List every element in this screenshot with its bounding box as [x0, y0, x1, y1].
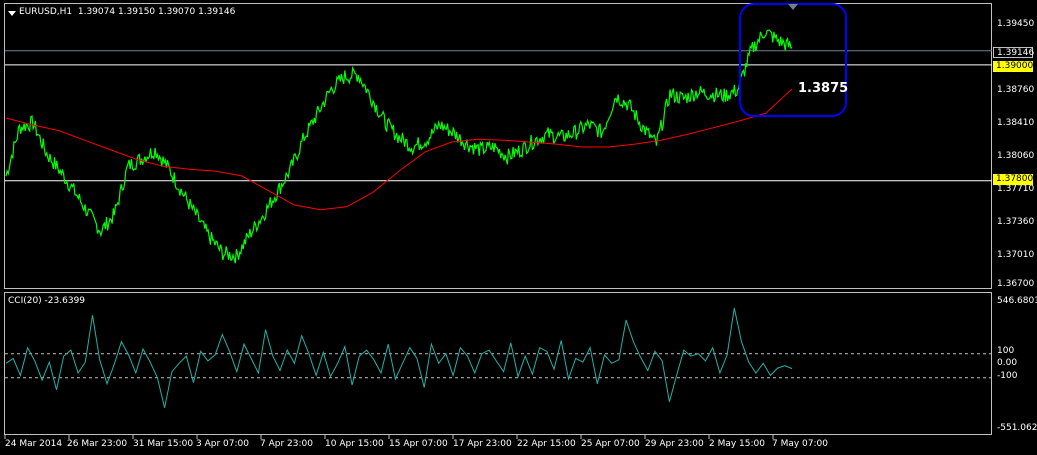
time-label: 7 Apr 23:00	[260, 439, 313, 449]
chart-header: EURUSD,H1 1.39074 1.39150 1.39070 1.3914…	[19, 7, 235, 17]
time-label: 25 Apr 07:00	[581, 439, 640, 449]
time-label: 15 Apr 07:00	[389, 439, 448, 449]
dropdown-triangle-icon[interactable]	[8, 11, 16, 16]
current-price-tag: 1.39146	[993, 47, 1034, 58]
time-label: 24 Mar 2014	[5, 439, 63, 449]
price-tick: 1.38060	[997, 151, 1035, 161]
time-label: 22 Apr 15:00	[517, 439, 576, 449]
moving-average-line	[5, 88, 793, 211]
cci-line	[5, 307, 793, 408]
time-label: 10 Apr 15:00	[325, 439, 384, 449]
time-label: 17 Apr 23:00	[453, 439, 512, 449]
time-label: 2 May 15:00	[709, 439, 765, 449]
hline-price-tag: 1.37800	[993, 174, 1033, 185]
price-tick: 1.37360	[997, 217, 1035, 227]
cci-header: CCI(20) -23.6399	[8, 296, 86, 306]
hline-price-tag: 1.39000	[993, 61, 1033, 72]
time-label: 3 Apr 07:00	[196, 439, 249, 449]
price-tick: 1.37010	[997, 250, 1035, 260]
price-annotation: 1.3875	[798, 81, 849, 96]
time-label: 26 Mar 23:00	[67, 439, 128, 449]
cci-tick: 100	[997, 346, 1015, 356]
cci-tick: 0.00	[997, 358, 1018, 368]
ohlc-values: 1.39074 1.39150 1.39070 1.39146	[77, 7, 236, 17]
cci-tick: 546.6801	[997, 296, 1037, 306]
price-tick: 1.37710	[997, 184, 1035, 194]
chart-plot	[4, 3, 992, 439]
price-tick: 1.38410	[997, 118, 1035, 128]
price-tick: 1.36700	[997, 279, 1035, 289]
time-label: 29 Apr 23:00	[645, 439, 704, 449]
highlight-box	[739, 3, 847, 117]
cci-tick: -100	[997, 371, 1018, 381]
price-tick: 1.38760	[997, 85, 1035, 95]
time-label: 31 Mar 15:00	[133, 439, 194, 449]
symbol-label: EURUSD,H1	[19, 7, 73, 17]
time-label: 7 May 07:00	[772, 439, 828, 449]
chart-shift-marker	[788, 4, 798, 10]
cci-tick: -551.0629	[997, 423, 1037, 433]
price-tick: 1.39450	[997, 19, 1035, 29]
